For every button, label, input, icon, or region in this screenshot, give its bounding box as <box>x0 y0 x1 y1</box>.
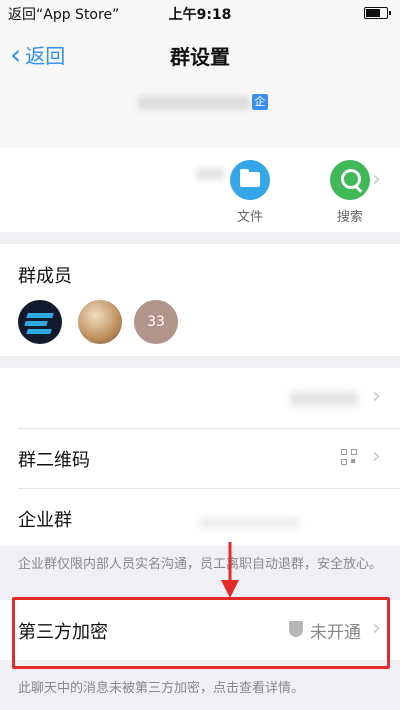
nav-bar: ‹ 返回 群设置 <box>0 26 400 83</box>
highlight-box <box>12 597 390 669</box>
group-name-section: 企 <box>0 82 400 148</box>
blurred-text <box>290 392 358 406</box>
qr-code-icon <box>341 449 359 467</box>
corp-group-row[interactable]: 企业群 <box>0 488 400 548</box>
clock: 上午9:18 <box>168 7 232 23</box>
quick-actions-section: 文件 搜索 › <box>0 148 400 232</box>
search-label: 搜索 <box>336 210 363 225</box>
qr-code-row[interactable]: 群二维码 › <box>0 428 400 488</box>
chevron-right-icon: › <box>372 167 381 192</box>
battery-icon <box>364 7 391 19</box>
chevron-right-icon: › <box>372 384 381 409</box>
file-label: 文件 <box>236 210 263 225</box>
search-icon <box>330 160 370 200</box>
status-bar: 返回“App Store” 上午9:18 <box>0 0 400 26</box>
avatar[interactable] <box>18 300 62 344</box>
members-section[interactable]: 群成员 33 <box>0 244 400 356</box>
chevron-right-icon: › <box>372 444 381 469</box>
file-button[interactable]: 文件 <box>220 160 280 225</box>
avatar[interactable] <box>78 300 122 344</box>
members-title: 群成员 <box>18 266 72 287</box>
page-title: 群设置 <box>170 45 230 69</box>
blurred-text <box>200 518 300 528</box>
settings-list: › 群二维码 › 企业群 <box>0 368 400 546</box>
encryption-note: 此聊天中的消息未被第三方加密，点击查看详情。 <box>18 681 305 696</box>
corp-group-note: 企业群仅限内部人员实名沟通，员工离职自动退群，安全放心。 <box>18 557 383 572</box>
qr-code-label: 群二维码 <box>18 450 90 471</box>
corp-group-label: 企业群 <box>18 510 72 531</box>
red-arrow-annotation <box>221 542 239 598</box>
search-button[interactable]: 搜索 <box>320 160 380 225</box>
blurred-setting-row[interactable]: › <box>0 368 400 428</box>
member-count-badge[interactable]: 33 <box>134 300 178 344</box>
group-name-blurred <box>138 96 250 110</box>
folder-icon <box>230 160 270 200</box>
corp-badge: 企 <box>252 94 268 110</box>
